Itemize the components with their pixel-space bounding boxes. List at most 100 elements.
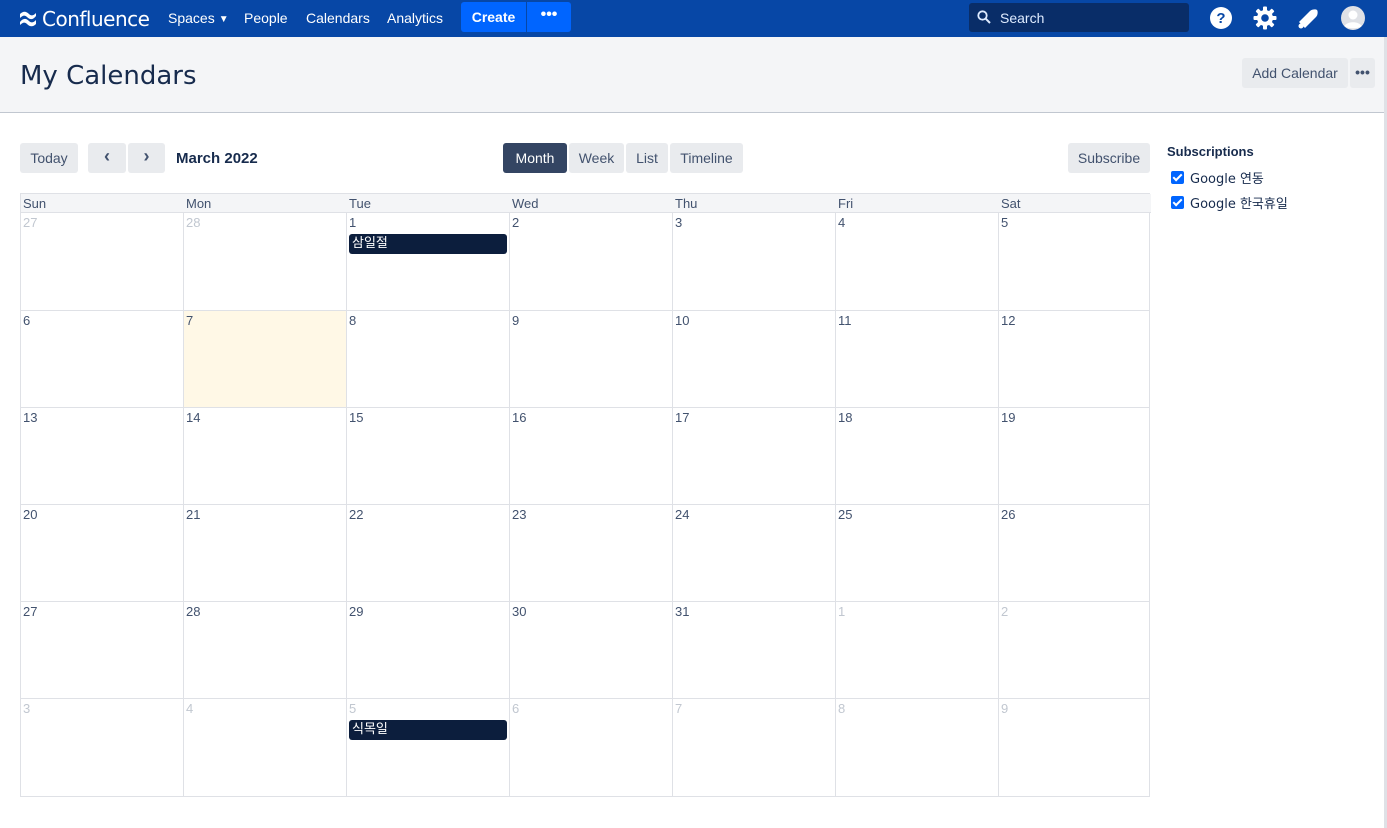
- calendar-day-cell[interactable]: 3: [673, 213, 836, 311]
- calendar-day-cell[interactable]: 13: [21, 408, 184, 505]
- calendar-event[interactable]: 식목일: [349, 720, 507, 740]
- settings-icon[interactable]: [1252, 5, 1278, 31]
- top-navigation: Confluence Spaces ▼ People Calendars Anal…: [0, 0, 1387, 37]
- calendar-day-cell[interactable]: 28: [184, 213, 347, 311]
- weekday-label: Wed: [512, 196, 539, 211]
- weekday-label: Sun: [23, 196, 47, 211]
- header-more-button[interactable]: •••: [1350, 58, 1375, 88]
- view-month-button[interactable]: Month: [503, 143, 567, 173]
- calendar-day-cell[interactable]: 14: [184, 408, 347, 505]
- calendar-day-cell[interactable]: 30: [510, 602, 673, 699]
- subscription-google-sync[interactable]: Google 연동: [1171, 168, 1264, 187]
- calendar-day-cell[interactable]: 12: [999, 311, 1149, 408]
- create-button[interactable]: Create: [461, 2, 526, 32]
- avatar[interactable]: [1340, 5, 1366, 31]
- day-number: 4: [838, 215, 846, 230]
- calendar-day-cell[interactable]: 21: [184, 505, 347, 602]
- day-number: 1: [838, 604, 846, 619]
- calendar-event[interactable]: 삼일절: [349, 234, 507, 254]
- day-number: 25: [838, 507, 853, 522]
- calendar-day-cell[interactable]: 28: [184, 602, 347, 699]
- calendar-day-cell[interactable]: 10: [673, 311, 836, 408]
- day-number: 11: [838, 313, 852, 328]
- view-week-button[interactable]: Week: [569, 143, 624, 173]
- calendar-day-cell[interactable]: 27: [21, 213, 184, 311]
- view-timeline-button[interactable]: Timeline: [670, 143, 743, 173]
- calendar-day-cell[interactable]: 4: [184, 699, 347, 797]
- calendar-day-cell[interactable]: 15: [347, 408, 510, 505]
- day-number: 18: [838, 410, 853, 425]
- calendar-day-cell[interactable]: 5 식목일: [347, 699, 510, 797]
- month-calendar-grid: Sun Mon Tue Wed Thu Fri Sat 27 28 1 삼일절 2 3 4 5 6 7 8 9 10…: [20, 193, 1151, 797]
- day-number: 20: [23, 507, 38, 522]
- calendar-day-cell[interactable]: 9: [999, 699, 1149, 797]
- create-more-button[interactable]: •••: [527, 2, 571, 32]
- day-number: 23: [512, 507, 527, 522]
- calendar-day-cell[interactable]: 22: [347, 505, 510, 602]
- day-number: 1: [349, 215, 357, 230]
- calendar-day-cell[interactable]: 27: [21, 602, 184, 699]
- weekday-label: Sat: [1001, 196, 1021, 211]
- calendar-day-cell[interactable]: 16: [510, 408, 673, 505]
- calendar-day-cell[interactable]: 24: [673, 505, 836, 602]
- calendar-day-cell[interactable]: 5: [999, 213, 1149, 311]
- subscription-google-korean-holidays[interactable]: Google 한국휴일: [1171, 193, 1288, 212]
- calendar-day-cell[interactable]: 29: [347, 602, 510, 699]
- notifications-icon[interactable]: [1296, 5, 1322, 31]
- calendar-day-cell[interactable]: 8: [836, 699, 999, 797]
- page-title: My Calendars: [20, 61, 197, 91]
- weekday-label: Tue: [349, 196, 371, 211]
- subscription-checkbox[interactable]: [1171, 171, 1184, 184]
- nav-spaces[interactable]: Spaces ▼: [168, 10, 229, 26]
- weekday-header-row: Sun Mon Tue Wed Thu Fri Sat: [21, 194, 1151, 213]
- calendar-day-cell[interactable]: 9: [510, 311, 673, 408]
- today-button[interactable]: Today: [20, 143, 78, 173]
- calendar-day-cell[interactable]: 1 삼일절: [347, 213, 510, 311]
- search-placeholder: Search: [1000, 10, 1045, 26]
- day-number: 28: [186, 604, 201, 619]
- day-number: 16: [512, 410, 527, 425]
- calendar-day-cell[interactable]: 17: [673, 408, 836, 505]
- calendar-day-cell[interactable]: 18: [836, 408, 999, 505]
- calendar-day-cell[interactable]: 11: [836, 311, 999, 408]
- calendar-day-cell[interactable]: 26: [999, 505, 1149, 602]
- nav-calendars[interactable]: Calendars: [306, 10, 370, 26]
- day-number: 28: [186, 215, 201, 230]
- subscription-checkbox[interactable]: [1171, 196, 1184, 209]
- calendar-day-cell[interactable]: 4: [836, 213, 999, 311]
- next-month-button[interactable]: ›: [128, 143, 165, 173]
- current-month-label: March 2022: [176, 150, 258, 167]
- calendar-day-cell[interactable]: 3: [21, 699, 184, 797]
- calendar-day-cell[interactable]: 6: [510, 699, 673, 797]
- subscribe-button[interactable]: Subscribe: [1068, 143, 1150, 173]
- calendar-day-cell[interactable]: 25: [836, 505, 999, 602]
- nav-people[interactable]: People: [244, 10, 288, 26]
- day-number: 9: [512, 313, 520, 328]
- nav-spaces-label: Spaces: [168, 10, 215, 26]
- day-number: 29: [349, 604, 364, 619]
- day-number: 5: [1001, 215, 1009, 230]
- nav-analytics[interactable]: Analytics: [387, 10, 443, 26]
- search-box[interactable]: Search: [969, 3, 1189, 32]
- calendar-day-cell[interactable]: 23: [510, 505, 673, 602]
- calendar-day-cell[interactable]: 1: [836, 602, 999, 699]
- weekday-label: Fri: [838, 196, 854, 211]
- add-calendar-button[interactable]: Add Calendar: [1242, 58, 1348, 88]
- calendar-day-cell[interactable]: 20: [21, 505, 184, 602]
- calendar-day-cell[interactable]: 2: [999, 602, 1149, 699]
- calendar-day-cell[interactable]: 6: [21, 311, 184, 408]
- calendar-day-cell[interactable]: 7: [184, 311, 347, 408]
- calendar-day-cell[interactable]: 2: [510, 213, 673, 311]
- help-icon[interactable]: ?: [1208, 5, 1234, 31]
- calendar-day-cell[interactable]: 8: [347, 311, 510, 408]
- calendar-day-cell[interactable]: 19: [999, 408, 1149, 505]
- view-list-button[interactable]: List: [626, 143, 668, 173]
- chevron-down-icon: ▼: [218, 14, 229, 25]
- prev-month-button[interactable]: ‹: [88, 143, 126, 173]
- subscriptions-title: Subscriptions: [1167, 144, 1254, 159]
- calendar-day-cell[interactable]: 7: [673, 699, 836, 797]
- day-number: 3: [23, 701, 31, 716]
- day-number: 2: [1001, 604, 1009, 619]
- calendar-day-cell[interactable]: 31: [673, 602, 836, 699]
- confluence-logo[interactable]: Confluence: [19, 7, 150, 31]
